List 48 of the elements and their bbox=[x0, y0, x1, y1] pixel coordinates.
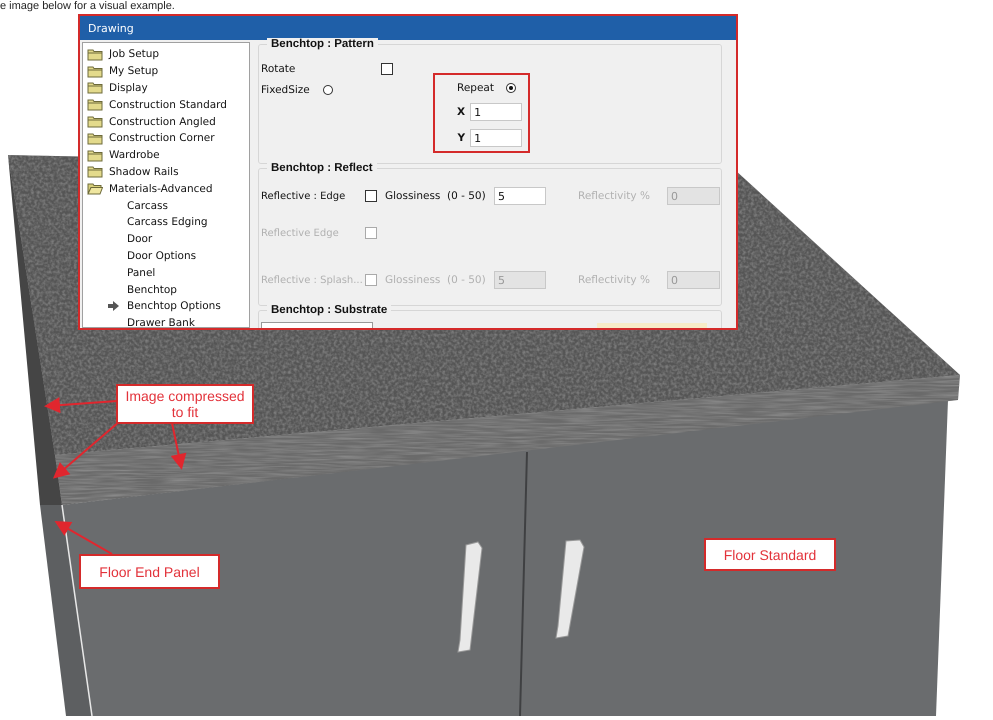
tree-item[interactable]: Job Setup bbox=[107, 48, 162, 60]
group-title: Benchtop : Reflect bbox=[267, 162, 377, 174]
tree-item[interactable]: Drawer Bank bbox=[125, 317, 197, 327]
field-label: Glossiness bbox=[385, 274, 442, 286]
field-label: Glossiness bbox=[385, 190, 442, 202]
checkbox[interactable] bbox=[381, 63, 393, 75]
range-label: (0 - 50) bbox=[447, 274, 487, 286]
pointer-arrow bbox=[170, 422, 186, 470]
tree-item[interactable]: Construction Angled bbox=[107, 116, 218, 128]
tree-item[interactable]: Carcass Edging bbox=[125, 216, 210, 228]
input-field[interactable]: 5 bbox=[494, 187, 546, 205]
annotation-label: Image compressed to fit bbox=[116, 384, 254, 424]
tree-item[interactable]: Benchtop Options bbox=[125, 300, 223, 312]
radio-button[interactable] bbox=[323, 85, 333, 95]
tree-item[interactable]: Wardrobe bbox=[107, 149, 162, 162]
input-field[interactable]: 1 bbox=[470, 129, 522, 147]
tree-item[interactable]: Display bbox=[107, 82, 150, 94]
window-title: Drawing bbox=[80, 16, 736, 40]
option-label: Rotate bbox=[261, 63, 296, 75]
tree-item[interactable]: Carcass bbox=[125, 200, 170, 212]
tree-item[interactable]: Construction Standard bbox=[107, 98, 229, 111]
axis-label: X bbox=[457, 106, 466, 118]
option-label: FixedSize bbox=[261, 83, 311, 96]
radio-button[interactable] bbox=[506, 83, 516, 93]
annotation-label: Floor End Panel bbox=[79, 554, 220, 589]
checkbox[interactable] bbox=[365, 190, 377, 202]
tree-item[interactable]: Shadow Rails bbox=[107, 166, 181, 178]
tree-item[interactable]: Door Options bbox=[125, 250, 198, 262]
field-label: Reflectivity % bbox=[578, 274, 651, 286]
group-title: Benchtop : Pattern bbox=[267, 38, 378, 50]
option-label: Repeat bbox=[457, 82, 494, 94]
axis-label: Y bbox=[458, 132, 466, 144]
range-label: (0 - 50) bbox=[447, 190, 487, 202]
annotation-label: Floor Standard bbox=[704, 538, 836, 571]
tree-item[interactable]: Benchtop bbox=[125, 284, 179, 296]
input-field[interactable]: 1 bbox=[470, 103, 522, 121]
option-label: Reflective : Splash... bbox=[261, 274, 364, 286]
tree-item[interactable]: Materials-Advanced bbox=[107, 182, 215, 195]
option-label: Reflective : Edge bbox=[261, 190, 346, 202]
tree-item[interactable]: Construction Corner bbox=[107, 132, 217, 144]
option-label: Reflective Edge bbox=[261, 228, 340, 238]
pointer-arrow bbox=[54, 521, 112, 555]
field-label: Reflectivity % bbox=[578, 190, 651, 202]
group-title: Benchtop : Substrate bbox=[267, 304, 392, 316]
tree-item[interactable]: My Setup bbox=[107, 65, 160, 78]
tree-item[interactable]: Panel bbox=[125, 266, 158, 279]
caption-text: e image below for a visual example. bbox=[0, 0, 175, 12]
tree-item[interactable]: Door bbox=[125, 233, 154, 246]
